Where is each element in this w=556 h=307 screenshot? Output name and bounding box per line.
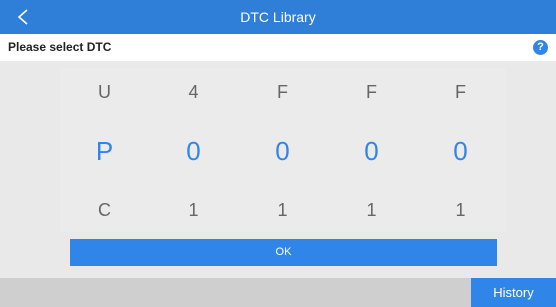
picker-option-selected[interactable]: 0: [327, 136, 416, 167]
picker-column-2[interactable]: 4 0 1: [149, 68, 238, 232]
picker-option-selected[interactable]: 0: [149, 136, 238, 167]
picker-option-below[interactable]: 1: [149, 200, 238, 221]
picker-option-above[interactable]: F: [238, 82, 327, 103]
picker-column-3[interactable]: F 0 1: [238, 68, 327, 232]
dtc-picker: U P C 4 0 1 F 0 1 F 0 1 F 0 1: [60, 68, 506, 232]
bottom-bar: History: [0, 278, 556, 307]
picker-option-below[interactable]: C: [60, 200, 149, 221]
picker-column-4[interactable]: F 0 1: [327, 68, 416, 232]
picker-option-above[interactable]: F: [327, 82, 416, 103]
back-button[interactable]: [8, 2, 38, 32]
picker-option-below[interactable]: 1: [327, 200, 416, 221]
top-bar: DTC Library: [0, 0, 556, 34]
picker-option-below[interactable]: 1: [238, 200, 327, 221]
subheader: Please select DTC ?: [0, 34, 556, 61]
history-button[interactable]: History: [471, 278, 556, 307]
picker-option-above[interactable]: F: [416, 82, 505, 103]
ok-button[interactable]: OK: [70, 239, 497, 266]
picker-option-selected[interactable]: P: [60, 136, 149, 167]
help-icon[interactable]: ?: [533, 40, 548, 55]
picker-column-5[interactable]: F 0 1: [416, 68, 505, 232]
page-title: DTC Library: [240, 9, 316, 25]
select-dtc-label: Please select DTC: [8, 40, 112, 54]
picker-option-above[interactable]: 4: [149, 82, 238, 103]
picker-option-below[interactable]: 1: [416, 200, 505, 221]
picker-column-1[interactable]: U P C: [60, 68, 149, 232]
picker-option-above[interactable]: U: [60, 82, 149, 103]
chevron-left-icon: [17, 9, 28, 25]
picker-option-selected[interactable]: 0: [416, 136, 505, 167]
picker-option-selected[interactable]: 0: [238, 136, 327, 167]
